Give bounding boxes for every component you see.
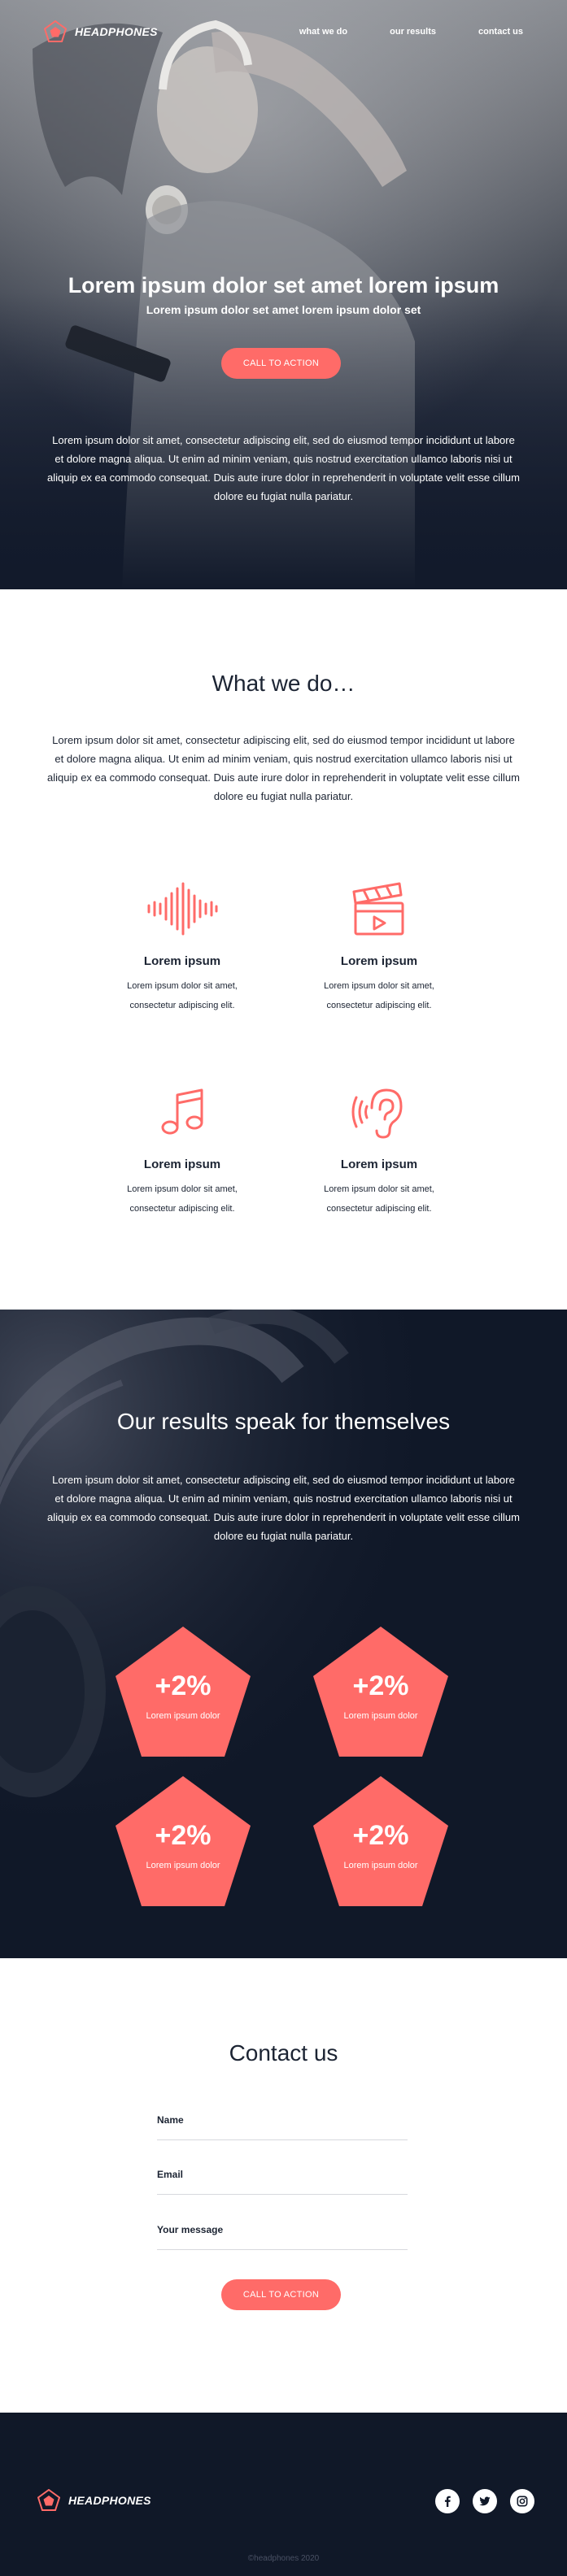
feature-description-line: Lorem ipsum dolor sit amet,	[324, 981, 434, 991]
message-input[interactable]	[157, 2235, 408, 2250]
feature-description-line: Lorem ipsum dolor sit amet,	[127, 981, 238, 991]
headphones-background-image	[0, 1310, 567, 1958]
stat-pentagon: +2% Lorem ipsum dolor	[116, 1627, 251, 1757]
feature-description-line: consectetur adipiscing elit.	[326, 1001, 432, 1010]
nav-link-our-results[interactable]: our results	[390, 27, 436, 37]
feature-description-line: Lorem ipsum dolor sit amet,	[324, 1184, 434, 1194]
what-we-do-section: What we do… Lorem ipsum dolor sit amet, …	[0, 589, 567, 1310]
feature-card: Lorem ipsum Lorem ipsum dolor sit amet, …	[298, 1084, 460, 1218]
stat-value: +2%	[155, 1670, 212, 1701]
feature-description-line: consectetur adipiscing elit.	[129, 1204, 235, 1214]
footer: HEADPHONES ©headphones 2020	[0, 2413, 567, 2576]
twitter-icon[interactable]	[473, 2489, 497, 2513]
results-section: Our results speak for themselves Lorem i…	[0, 1310, 567, 1958]
stat-label: Lorem ipsum dolor	[343, 1711, 418, 1721]
pentagon-logo-icon	[37, 2489, 60, 2511]
top-navigation: HEADPHONES what we do our results contac…	[44, 20, 523, 44]
what-we-do-paragraph: Lorem ipsum dolor sit amet, consectetur …	[47, 734, 520, 802]
stat-pentagon: +2% Lorem ipsum dolor	[313, 1627, 448, 1757]
music-note-icon	[161, 1088, 203, 1135]
stat-value: +2%	[155, 1820, 212, 1851]
hero-cta-button[interactable]: CALL TO ACTION	[221, 348, 341, 379]
stat-value: +2%	[352, 1820, 409, 1851]
feature-description-line: Lorem ipsum dolor sit amet,	[127, 1184, 238, 1194]
stat-label: Lorem ipsum dolor	[146, 1711, 220, 1721]
name-field: Name	[157, 2114, 408, 2140]
facebook-icon[interactable]	[435, 2489, 460, 2513]
message-field: Your message	[157, 2224, 408, 2250]
feature-description-line: consectetur adipiscing elit.	[326, 1204, 432, 1214]
clapperboard-icon	[352, 882, 404, 936]
instagram-icon[interactable]	[510, 2489, 534, 2513]
brand-logo[interactable]: HEADPHONES	[44, 20, 158, 43]
results-paragraph: Lorem ipsum dolor sit amet, consectetur …	[47, 1474, 520, 1542]
stat-value: +2%	[352, 1670, 409, 1701]
nav-link-contact-us[interactable]: contact us	[478, 27, 523, 37]
contact-section: Contact us Name Email Your message CALL …	[0, 1958, 567, 2413]
feature-card: Lorem ipsum Lorem ipsum dolor sit amet, …	[298, 880, 460, 1015]
hero-title: Lorem ipsum dolor set amet lorem ipsum	[68, 273, 499, 298]
hero-subtitle: Lorem ipsum dolor set amet lorem ipsum d…	[146, 303, 421, 316]
message-field-label: Your message	[157, 2224, 224, 2235]
stat-pentagon: +2% Lorem ipsum dolor	[313, 1776, 448, 1906]
contact-submit-button[interactable]: CALL TO ACTION	[221, 2279, 341, 2310]
brand-name: HEADPHONES	[68, 2494, 151, 2507]
soundwave-icon	[147, 882, 218, 936]
stat-label: Lorem ipsum dolor	[343, 1861, 418, 1870]
ear-icon	[351, 1088, 403, 1139]
results-title: Our results speak for themselves	[116, 1409, 451, 1434]
feature-title: Lorem ipsum	[340, 1158, 418, 1171]
pentagon-logo-icon	[44, 20, 67, 42]
contact-title: Contact us	[229, 2040, 338, 2066]
feature-title: Lorem ipsum	[340, 954, 418, 968]
what-we-do-title: What we do…	[212, 671, 355, 696]
feature-card: Lorem ipsum Lorem ipsum dolor sit amet, …	[101, 1084, 264, 1218]
feature-description-line: consectetur adipiscing elit.	[129, 1001, 235, 1010]
name-field-label: Name	[157, 2114, 184, 2126]
stat-label: Lorem ipsum dolor	[146, 1861, 220, 1870]
footer-brand-logo[interactable]: HEADPHONES	[37, 2489, 151, 2512]
feature-card: Lorem ipsum Lorem ipsum dolor sit amet, …	[101, 880, 264, 1015]
email-field: Email	[157, 2169, 408, 2195]
hero-paragraph: Lorem ipsum dolor sit amet, consectetur …	[47, 434, 520, 502]
brand-name: HEADPHONES	[75, 25, 158, 38]
social-links	[435, 2489, 534, 2513]
stat-pentagon: +2% Lorem ipsum dolor	[116, 1776, 251, 1906]
email-input[interactable]	[157, 2180, 408, 2195]
name-input[interactable]	[157, 2126, 408, 2140]
nav-link-what-we-do[interactable]: what we do	[299, 27, 347, 37]
feature-title: Lorem ipsum	[143, 1158, 221, 1171]
email-field-label: Email	[157, 2169, 184, 2180]
copyright-text: ©headphones 2020	[247, 2554, 320, 2563]
feature-title: Lorem ipsum	[143, 954, 221, 968]
hero-section: HEADPHONES what we do our results contac…	[0, 0, 567, 589]
